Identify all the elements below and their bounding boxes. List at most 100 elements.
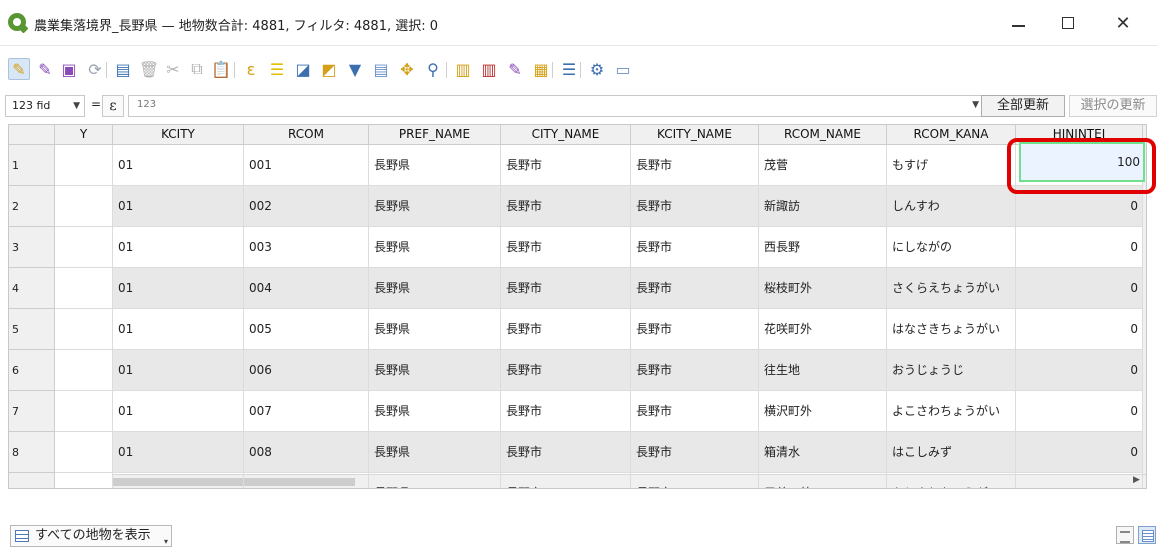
cell-kcity-name[interactable]: 長野市 bbox=[631, 227, 759, 268]
row-header[interactable]: 2 bbox=[9, 186, 55, 227]
zoom-to-selection-icon[interactable]: ⚲ bbox=[422, 58, 444, 80]
row-header[interactable]: 1 bbox=[9, 145, 55, 186]
maximize-button[interactable] bbox=[1045, 8, 1091, 38]
cell-rcom-name[interactable]: 元善町外 bbox=[759, 473, 887, 488]
cut-icon[interactable]: ✂ bbox=[162, 58, 184, 80]
cell-rcom[interactable]: 001 bbox=[244, 145, 369, 186]
deselect-all-icon[interactable]: ◩ bbox=[318, 58, 340, 80]
cell-kana[interactable]: さくらえちょうがい bbox=[887, 268, 1016, 309]
cell-pref[interactable]: 長野県 bbox=[369, 432, 501, 473]
cell-kcity-name[interactable]: 長野市 bbox=[631, 309, 759, 350]
cell-rcom[interactable]: 008 bbox=[244, 432, 369, 473]
column-header-kcity[interactable]: KCITY bbox=[113, 125, 244, 145]
cell-kana[interactable]: しんすわ bbox=[887, 186, 1016, 227]
cell-city[interactable]: 長野市 bbox=[501, 473, 631, 488]
cell-kana[interactable]: はなさきちょうがい bbox=[887, 309, 1016, 350]
cell-hinintei[interactable]: 0 bbox=[1016, 432, 1143, 473]
column-header-rcom[interactable]: RCOM bbox=[244, 125, 369, 145]
cell-kana[interactable]: もとよしちょうがい bbox=[887, 473, 1016, 488]
cell-kana[interactable]: おうじょうじ bbox=[887, 350, 1016, 391]
cell-kcity-name[interactable]: 長野市 bbox=[631, 432, 759, 473]
delete-field-icon[interactable]: ▥ bbox=[478, 58, 500, 80]
cell-kcity[interactable]: 01 bbox=[113, 268, 244, 309]
invert-selection-icon[interactable]: ◪ bbox=[292, 58, 314, 80]
cell-y[interactable] bbox=[55, 227, 113, 268]
minimize-button[interactable] bbox=[995, 8, 1041, 38]
column-header-city-name[interactable]: CITY_NAME bbox=[501, 125, 631, 145]
cell-rcom-name[interactable]: 新諏訪 bbox=[759, 186, 887, 227]
cell-rcom[interactable]: 005 bbox=[244, 309, 369, 350]
row-header[interactable]: 9 bbox=[9, 473, 55, 488]
actions-icon[interactable]: ⚙ bbox=[586, 58, 608, 80]
cell-hinintei[interactable]: 0 bbox=[1016, 227, 1143, 268]
row-header[interactable]: 3 bbox=[9, 227, 55, 268]
cell-rcom-name[interactable]: 横沢町外 bbox=[759, 391, 887, 432]
column-header-rcom-name[interactable]: RCOM_NAME bbox=[759, 125, 887, 145]
cell-y[interactable] bbox=[55, 391, 113, 432]
cell-pref[interactable]: 長野県 bbox=[369, 473, 501, 488]
cell-y[interactable] bbox=[55, 268, 113, 309]
paste-icon[interactable]: 📋 bbox=[210, 58, 232, 80]
cell-city[interactable]: 長野市 bbox=[501, 391, 631, 432]
show-all-features-button[interactable]: すべての地物を表示 ▾ bbox=[10, 525, 172, 547]
cell-kcity-name[interactable]: 長野市 bbox=[631, 186, 759, 227]
cell-pref[interactable]: 長野県 bbox=[369, 268, 501, 309]
cell-rcom[interactable]: 007 bbox=[244, 391, 369, 432]
chevron-down-icon[interactable]: ▼ bbox=[972, 100, 979, 110]
row-header[interactable]: 5 bbox=[9, 309, 55, 350]
cell-rcom[interactable]: 009 bbox=[244, 473, 369, 488]
form-view-icon[interactable] bbox=[1116, 526, 1134, 544]
cell-y[interactable] bbox=[55, 309, 113, 350]
row-header[interactable]: 7 bbox=[9, 391, 55, 432]
cell-city[interactable]: 長野市 bbox=[501, 432, 631, 473]
cell-rcom[interactable]: 003 bbox=[244, 227, 369, 268]
cell-pref[interactable]: 長野県 bbox=[369, 391, 501, 432]
cell-kcity[interactable]: 01 bbox=[113, 473, 244, 488]
update-all-button[interactable]: 全部更新 bbox=[981, 95, 1065, 117]
cell-kcity[interactable]: 01 bbox=[113, 145, 244, 186]
cell-kcity[interactable]: 01 bbox=[113, 350, 244, 391]
reload-icon[interactable]: ⟳ bbox=[84, 58, 106, 80]
cell-kcity[interactable]: 01 bbox=[113, 227, 244, 268]
cell-kcity[interactable]: 01 bbox=[113, 391, 244, 432]
cell-kcity[interactable]: 01 bbox=[113, 186, 244, 227]
cell-city[interactable]: 長野市 bbox=[501, 268, 631, 309]
save-edits-icon[interactable]: ▣ bbox=[58, 58, 80, 80]
organize-columns-icon[interactable]: ▭ bbox=[612, 58, 634, 80]
column-header-rcom-kana[interactable]: RCOM_KANA bbox=[887, 125, 1016, 145]
cell-rcom[interactable]: 006 bbox=[244, 350, 369, 391]
cell-rcom-name[interactable]: 茂菅 bbox=[759, 145, 887, 186]
column-header-kcity-name[interactable]: KCITY_NAME bbox=[631, 125, 759, 145]
cell-rcom-name[interactable]: 花咲町外 bbox=[759, 309, 887, 350]
cell-kcity[interactable]: 01 bbox=[113, 309, 244, 350]
cell-city[interactable]: 長野市 bbox=[501, 186, 631, 227]
cell-rcom-name[interactable]: 桜枝町外 bbox=[759, 268, 887, 309]
cell-kcity-name[interactable]: 長野市 bbox=[631, 268, 759, 309]
cell-rcom-name[interactable]: 箱清水 bbox=[759, 432, 887, 473]
field-calculator-icon[interactable]: ✎ bbox=[504, 58, 526, 80]
cell-hinintei[interactable]: 0 bbox=[1016, 350, 1143, 391]
cell-city[interactable]: 長野市 bbox=[501, 145, 631, 186]
cell-hinintei[interactable]: 0 bbox=[1016, 473, 1143, 488]
row-header[interactable]: 4 bbox=[9, 268, 55, 309]
expression-input[interactable]: 123 ▼ bbox=[128, 95, 986, 117]
cell-kcity-name[interactable]: 長野市 bbox=[631, 145, 759, 186]
cell-pref[interactable]: 長野県 bbox=[369, 309, 501, 350]
expression-button[interactable]: ε bbox=[102, 95, 124, 117]
attribute-table[interactable]: ◀ ▶ YKCITYRCOMPREF_NAMECITY_NAMEKCITY_NA… bbox=[8, 124, 1147, 489]
cell-hinintei[interactable]: 0 bbox=[1016, 309, 1143, 350]
cell-y[interactable] bbox=[55, 145, 113, 186]
column-header-y[interactable]: Y bbox=[55, 125, 113, 145]
cell-pref[interactable]: 長野県 bbox=[369, 145, 501, 186]
select-by-expression-icon[interactable]: ε bbox=[240, 58, 262, 80]
cell-kana[interactable]: にしながの bbox=[887, 227, 1016, 268]
close-button[interactable]: ✕ bbox=[1100, 8, 1146, 38]
row-header[interactable]: 6 bbox=[9, 350, 55, 391]
cell-hinintei[interactable]: 0 bbox=[1016, 391, 1143, 432]
cell-city[interactable]: 長野市 bbox=[501, 350, 631, 391]
column-header-pref-name[interactable]: PREF_NAME bbox=[369, 125, 501, 145]
cell-city[interactable]: 長野市 bbox=[501, 309, 631, 350]
cell-kana[interactable]: はこしみず bbox=[887, 432, 1016, 473]
field-selector[interactable]: 123 fid ▼ bbox=[5, 95, 85, 117]
select-all-icon[interactable]: ☰ bbox=[266, 58, 288, 80]
